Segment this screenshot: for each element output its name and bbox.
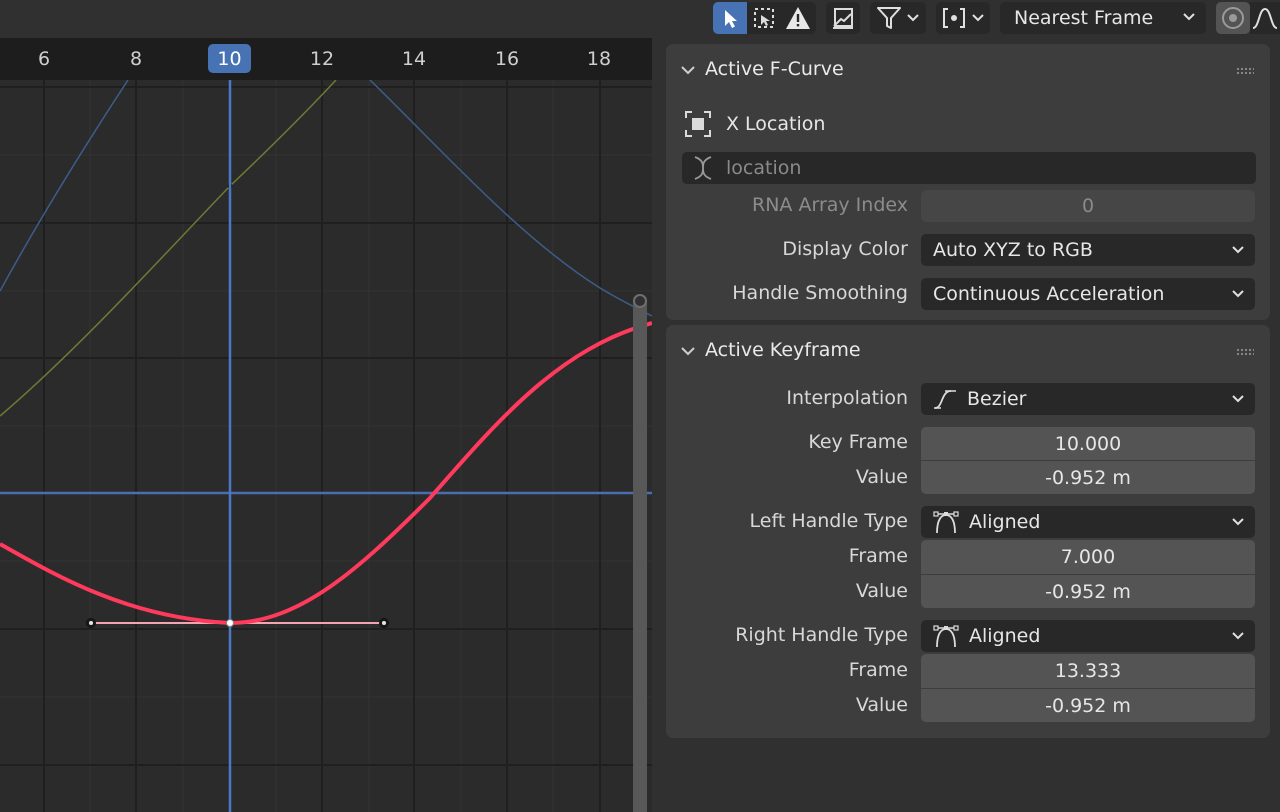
z-location-curve: [0, 79, 129, 292]
chevron-down-icon: [681, 347, 695, 356]
aligned-handle-icon: [933, 511, 959, 534]
proportional-editing-icon[interactable]: [1216, 2, 1250, 34]
right-handle-type-label: Right Handle Type: [735, 624, 908, 646]
graph-editor-canvas[interactable]: 6 8 12 14 16 18 10: [0, 38, 652, 812]
chevron-down-icon: [1232, 290, 1244, 298]
right-handle-point-inner: [382, 621, 386, 625]
rna-array-index-label: RNA Array Index: [752, 194, 908, 216]
falloff-curve-icon[interactable]: [1250, 2, 1280, 34]
tick-label: 16: [494, 48, 520, 70]
left-handle-type-label: Left Handle Type: [749, 510, 908, 532]
interpolation-value: Bezier: [967, 388, 1027, 410]
filter-dropdown[interactable]: [870, 2, 926, 34]
right-value-label: Value: [855, 694, 908, 716]
left-value-field[interactable]: -0.952 m: [921, 575, 1255, 608]
vertical-scrollbar[interactable]: [633, 294, 647, 812]
x-location-curve: [0, 321, 652, 626]
active-keyframe-panel-header[interactable]: Active Keyframe: [666, 325, 1270, 379]
frame-ruler[interactable]: 6 8 12 14 16 18 10: [0, 38, 652, 80]
warning-icon[interactable]: [780, 2, 816, 34]
tick-label: 8: [129, 48, 143, 70]
left-handle-type-value: Aligned: [969, 511, 1041, 533]
chevron-down-icon: [907, 14, 919, 22]
bezier-interpolation-icon: [934, 390, 956, 409]
chevron-down-icon: [1232, 395, 1244, 403]
data-path-field[interactable]: location: [682, 152, 1256, 184]
chevron-down-icon: [1232, 632, 1244, 640]
display-color-value: Auto XYZ to RGB: [933, 239, 1093, 261]
current-frame-indicator[interactable]: 10: [208, 44, 251, 73]
left-handle-type-dropdown[interactable]: Aligned: [921, 506, 1255, 538]
key-frame-label: Key Frame: [808, 431, 908, 453]
display-color-label: Display Color: [782, 238, 908, 260]
display-color-dropdown[interactable]: Auto XYZ to RGB: [921, 234, 1255, 266]
chevron-down-icon: [1183, 13, 1195, 21]
active-keyframe-panel: Active Keyframe Interpolation Bezier Key…: [666, 325, 1270, 738]
snap-mode-label: Nearest Frame: [1014, 7, 1154, 29]
pivot-point-icon: [943, 8, 965, 28]
box-select-icon[interactable]: [747, 2, 780, 34]
right-value-field[interactable]: -0.952 m: [921, 689, 1255, 722]
fcurve-graph[interactable]: [0, 38, 652, 812]
key-value-field[interactable]: -0.952 m: [921, 461, 1255, 494]
curve-name: X Location: [726, 113, 826, 135]
right-frame-label: Frame: [848, 659, 908, 681]
chevron-down-icon: [681, 66, 695, 75]
handle-smoothing-dropdown[interactable]: Continuous Acceleration: [921, 278, 1255, 310]
graph-editor-header: Nearest Frame: [0, 0, 1280, 38]
active-fcurve-panel-header[interactable]: Active F-Curve: [666, 44, 1270, 98]
filter-icon: [877, 7, 901, 29]
chevron-down-icon: [972, 14, 984, 22]
tick-label: 14: [401, 48, 427, 70]
chevron-down-icon: [1232, 246, 1244, 254]
right-frame-field[interactable]: 13.333: [921, 654, 1255, 688]
right-handle-type-value: Aligned: [969, 625, 1041, 647]
aligned-handle-icon: [933, 625, 959, 648]
z-location-curve-right: [369, 79, 652, 317]
y-location-curve: [0, 79, 337, 417]
panel-title: Active F-Curve: [705, 58, 844, 80]
tick-label: 12: [309, 48, 335, 70]
key-frame-field[interactable]: 10.000: [921, 427, 1255, 460]
handle-smoothing-value: Continuous Acceleration: [933, 283, 1165, 305]
interpolation-dropdown[interactable]: Bezier: [921, 383, 1255, 415]
properties-sidebar: Active F-Curve X Location location RNA A…: [652, 38, 1280, 812]
keyframe-point: [226, 619, 234, 627]
active-fcurve-panel: Active F-Curve X Location location RNA A…: [666, 44, 1270, 320]
key-value-label: Value: [855, 466, 908, 488]
drag-grip-icon[interactable]: [1236, 67, 1254, 75]
chevron-down-icon: [1232, 518, 1244, 526]
scrollbar-handle[interactable]: [633, 294, 647, 308]
object-icon: [685, 111, 711, 137]
normalize-icon[interactable]: [826, 2, 860, 34]
handle-smoothing-label: Handle Smoothing: [732, 282, 908, 304]
rna-icon: [694, 156, 712, 180]
left-frame-field[interactable]: 7.000: [921, 540, 1255, 574]
snap-mode-dropdown[interactable]: Nearest Frame: [1000, 2, 1206, 34]
left-frame-label: Frame: [848, 545, 908, 567]
curve-name-row: X Location: [684, 110, 825, 138]
right-handle-type-dropdown[interactable]: Aligned: [921, 620, 1255, 652]
select-tool-icon[interactable]: [713, 2, 747, 34]
data-path-text: location: [726, 157, 802, 179]
rna-array-index-field[interactable]: 0: [921, 190, 1255, 222]
tick-label: 6: [37, 48, 51, 70]
tick-label: 18: [586, 48, 612, 70]
drag-grip-icon[interactable]: [1236, 348, 1254, 356]
panel-title: Active Keyframe: [705, 339, 861, 361]
left-handle-point-inner: [89, 621, 93, 625]
interpolation-label: Interpolation: [786, 387, 908, 409]
pivot-point-dropdown[interactable]: [936, 2, 990, 34]
left-value-label: Value: [855, 580, 908, 602]
